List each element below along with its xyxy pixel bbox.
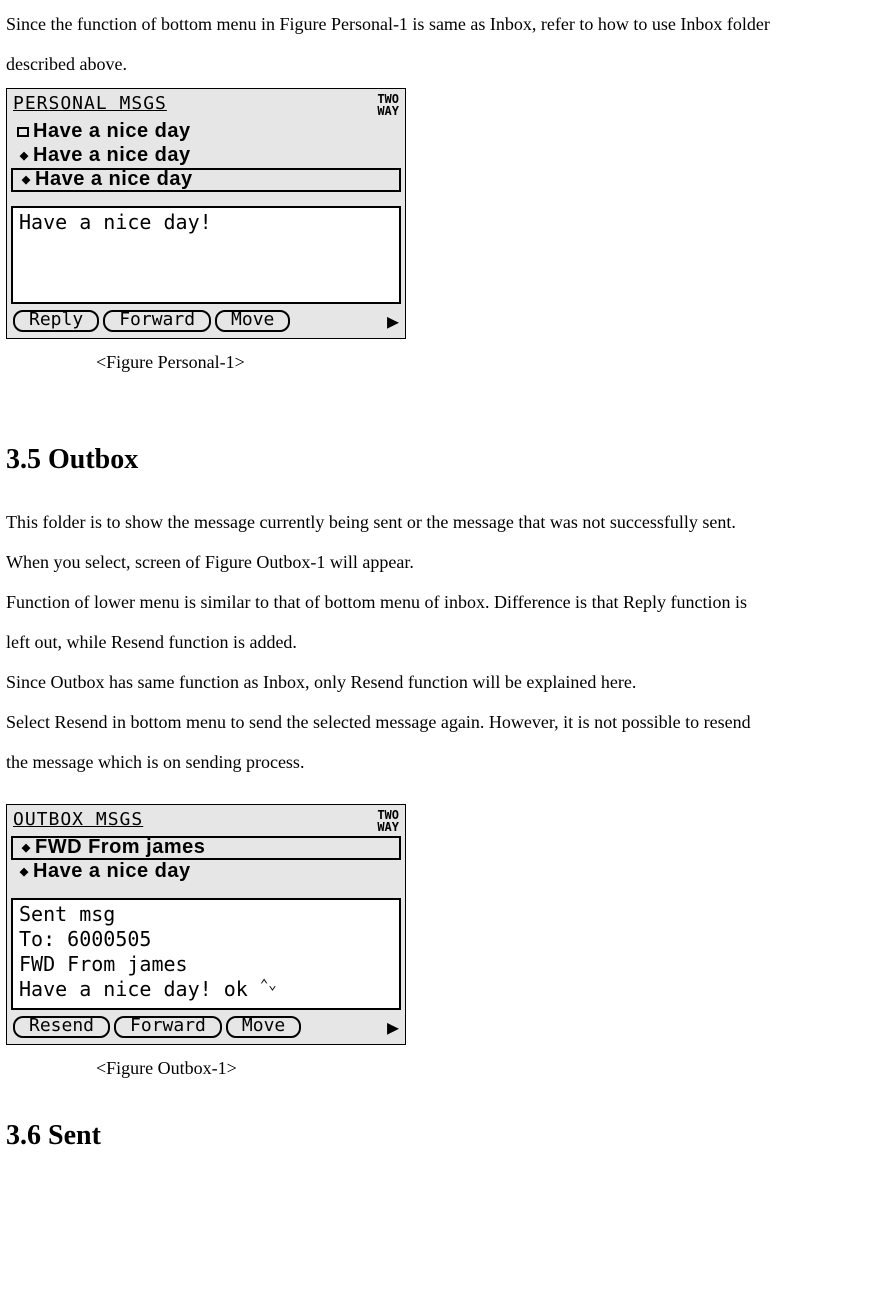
list-item[interactable]: ◆ Have a nice day bbox=[11, 860, 401, 884]
list-item-label: Have a nice day bbox=[33, 119, 191, 144]
figure-outbox-1: OUTBOX MSGS TWOWAY ◆ FWD From james ◆ Ha… bbox=[6, 804, 406, 1045]
two-way-badge: TWOWAY bbox=[377, 93, 401, 117]
list-item-selected[interactable]: ◆ Have a nice day bbox=[11, 168, 401, 192]
move-button[interactable]: Move bbox=[226, 1016, 301, 1038]
move-button[interactable]: Move bbox=[215, 310, 290, 332]
figure-caption: <Figure Personal-1> bbox=[96, 343, 874, 383]
message-preview: Have a nice day! bbox=[11, 206, 401, 304]
body-text: left out, while Resend function is added… bbox=[6, 624, 874, 660]
screen-title: PERSONAL MSGS bbox=[11, 93, 173, 118]
section-heading-sent: 3.6 Sent bbox=[6, 1108, 874, 1164]
list-item[interactable]: Have a nice day bbox=[11, 120, 401, 144]
bottom-menu: Resend Forward Move ▶ bbox=[11, 1016, 401, 1038]
diamond-icon: ◆ bbox=[15, 148, 33, 163]
message-preview: Sent msg To: 6000505 FWD From james Have… bbox=[11, 898, 401, 1010]
scroll-indicator-icon: ⌃⌄ bbox=[260, 977, 277, 995]
body-text: the message which is on sending process. bbox=[6, 744, 874, 780]
list-item-label: Have a nice day bbox=[33, 859, 191, 884]
figure-caption: <Figure Outbox-1> bbox=[96, 1049, 874, 1089]
section-heading-outbox: 3.5 Outbox bbox=[6, 432, 874, 488]
list-item[interactable]: ◆ Have a nice day bbox=[11, 144, 401, 168]
list-item-selected[interactable]: ◆ FWD From james bbox=[11, 836, 401, 860]
more-arrow-icon[interactable]: ▶ bbox=[387, 311, 399, 331]
body-text: This folder is to show the message curre… bbox=[6, 504, 874, 540]
list-item-label: Have a nice day bbox=[35, 167, 193, 192]
bottom-menu: Reply Forward Move ▶ bbox=[11, 310, 401, 332]
list-item-label: FWD From james bbox=[35, 835, 205, 860]
unread-icon bbox=[17, 127, 29, 137]
forward-button[interactable]: Forward bbox=[103, 310, 211, 332]
diamond-icon: ◆ bbox=[17, 172, 35, 187]
diamond-icon: ◆ bbox=[17, 840, 35, 855]
body-text: Since Outbox has same function as Inbox,… bbox=[6, 664, 874, 700]
intro-line: described above. bbox=[6, 46, 874, 82]
reply-button[interactable]: Reply bbox=[13, 310, 99, 332]
intro-line: Since the function of bottom menu in Fig… bbox=[6, 6, 874, 42]
message-list: ◆ FWD From james ◆ Have a nice day bbox=[11, 836, 401, 884]
diamond-icon: ◆ bbox=[15, 864, 33, 879]
more-arrow-icon[interactable]: ▶ bbox=[387, 1017, 399, 1037]
list-item-label: Have a nice day bbox=[33, 143, 191, 168]
body-text: Function of lower menu is similar to tha… bbox=[6, 584, 874, 620]
body-text: When you select, screen of Figure Outbox… bbox=[6, 544, 874, 580]
resend-button[interactable]: Resend bbox=[13, 1016, 110, 1038]
two-way-badge: TWOWAY bbox=[377, 809, 401, 833]
forward-button[interactable]: Forward bbox=[114, 1016, 222, 1038]
message-list: Have a nice day ◆ Have a nice day ◆ Have… bbox=[11, 120, 401, 192]
screen-title: OUTBOX MSGS bbox=[11, 809, 149, 834]
body-text: Select Resend in bottom menu to send the… bbox=[6, 704, 874, 740]
figure-personal-1: PERSONAL MSGS TWOWAY Have a nice day ◆ H… bbox=[6, 88, 406, 339]
